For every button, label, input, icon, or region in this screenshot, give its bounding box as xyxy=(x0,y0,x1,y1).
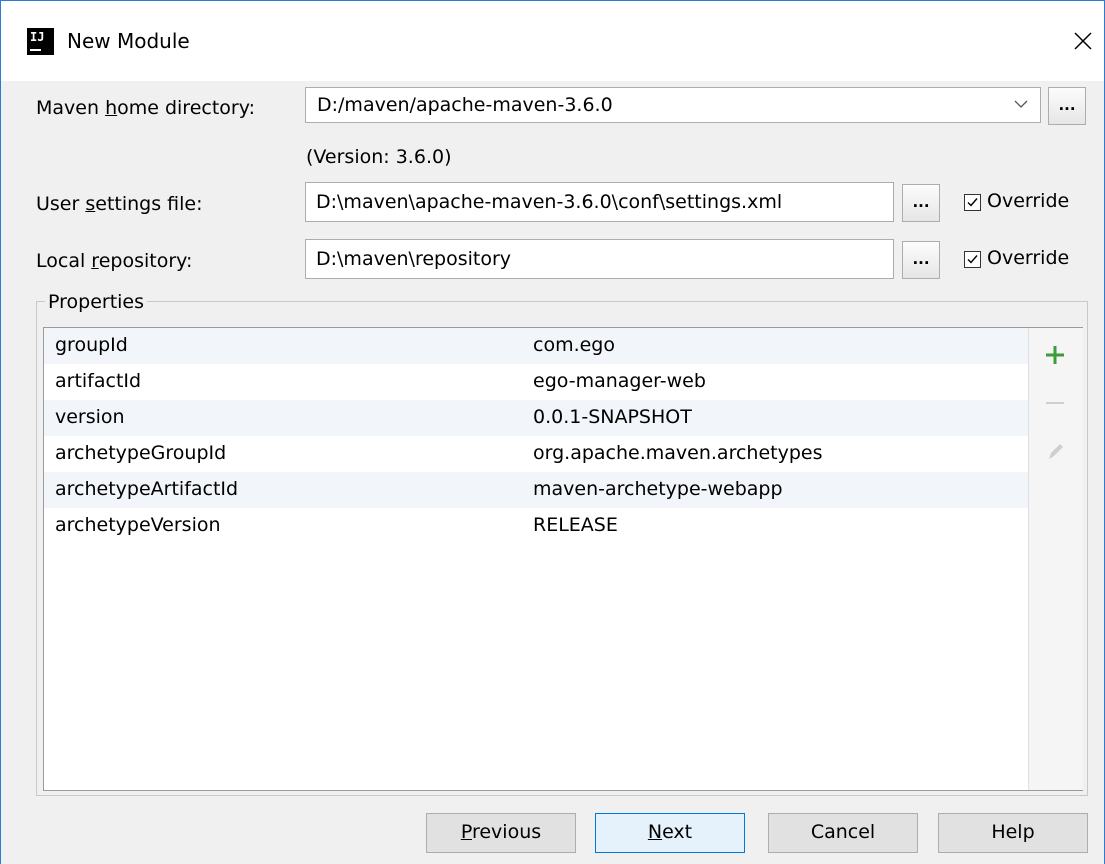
previous-button[interactable]: Previous xyxy=(426,813,576,853)
user-settings-override-checkbox[interactable] xyxy=(964,194,981,211)
remove-icon xyxy=(1046,402,1064,404)
maven-home-combobox[interactable]: D:/maven/apache-maven-3.6.0 xyxy=(305,87,1041,123)
property-key: version xyxy=(55,406,125,428)
edit-icon xyxy=(1049,444,1063,459)
table-row[interactable]: version 0.0.1-SNAPSHOT xyxy=(44,400,1028,436)
add-icon xyxy=(1046,346,1064,364)
close-icon xyxy=(1074,32,1092,50)
maven-home-browse-button[interactable]: ... xyxy=(1048,87,1086,125)
local-repository-override-label: Override xyxy=(987,247,1070,269)
maven-home-value: D:/maven/apache-maven-3.6.0 xyxy=(317,94,613,116)
local-repository-browse-button[interactable]: ... xyxy=(902,241,940,279)
property-value: org.apache.maven.archetypes xyxy=(533,442,823,464)
property-value: 0.0.1-SNAPSHOT xyxy=(533,406,692,428)
property-key: archetypeGroupId xyxy=(55,442,227,464)
local-repository-override-checkbox[interactable] xyxy=(964,251,981,268)
property-value: maven-archetype-webapp xyxy=(533,478,783,500)
property-key: groupId xyxy=(55,334,128,356)
next-button[interactable]: Next xyxy=(595,813,745,853)
property-value: ego-manager-web xyxy=(533,370,706,392)
edit-property-button[interactable] xyxy=(1040,436,1070,466)
property-key: archetypeArtifactId xyxy=(55,478,239,500)
checkmark-icon xyxy=(967,255,978,264)
property-value: RELEASE xyxy=(533,514,618,536)
properties-group-title: Properties xyxy=(45,291,148,313)
cancel-button[interactable]: Cancel xyxy=(768,813,918,853)
intellij-app-icon: IJ xyxy=(27,28,54,55)
checkmark-icon xyxy=(967,198,978,207)
maven-version-label: (Version: 3.6.0) xyxy=(306,146,452,168)
new-module-dialog: IJ New Module Maven home directory: D:/m… xyxy=(0,0,1105,864)
local-repository-label: Local repository: xyxy=(36,250,193,272)
property-key: archetypeVersion xyxy=(55,514,221,536)
table-row[interactable]: archetypeVersion RELEASE xyxy=(44,508,1028,544)
properties-toolbar xyxy=(1028,328,1083,790)
table-row[interactable]: archetypeArtifactId maven-archetype-weba… xyxy=(44,472,1028,508)
local-repository-field[interactable]: D:\maven\repository xyxy=(305,239,894,279)
maven-home-label: Maven home directory: xyxy=(36,97,255,119)
chevron-down-icon xyxy=(1014,100,1028,108)
close-button[interactable] xyxy=(1065,21,1101,61)
title-bar: IJ New Module xyxy=(1,1,1104,81)
user-settings-label: User settings file: xyxy=(36,193,203,215)
properties-table: groupId com.ego artifactId ego-manager-w… xyxy=(43,327,1083,791)
window-title: New Module xyxy=(67,29,190,53)
property-key: artifactId xyxy=(55,370,142,392)
add-property-button[interactable] xyxy=(1040,340,1070,370)
user-settings-override-label: Override xyxy=(987,190,1070,212)
user-settings-field[interactable]: D:\maven\apache-maven-3.6.0\conf\setting… xyxy=(305,182,894,222)
help-button[interactable]: Help xyxy=(938,813,1088,853)
table-row[interactable]: artifactId ego-manager-web xyxy=(44,364,1028,400)
remove-property-button[interactable] xyxy=(1040,388,1070,418)
table-row[interactable]: archetypeGroupId org.apache.maven.archet… xyxy=(44,436,1028,472)
table-row[interactable]: groupId com.ego xyxy=(44,328,1028,364)
property-value: com.ego xyxy=(533,334,615,356)
user-settings-browse-button[interactable]: ... xyxy=(902,184,940,222)
properties-rows: groupId com.ego artifactId ego-manager-w… xyxy=(44,328,1028,544)
